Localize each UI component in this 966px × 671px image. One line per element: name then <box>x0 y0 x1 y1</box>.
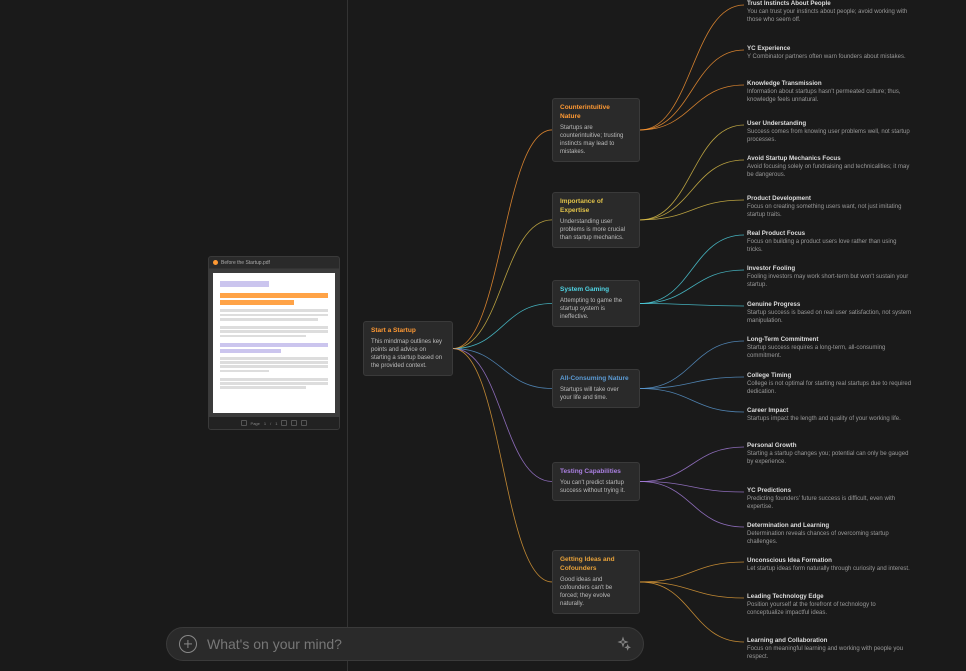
branch-title: System Gaming <box>560 286 632 295</box>
leaf-title: Real Product Focus <box>747 230 912 238</box>
pdf-page-current: 1 <box>264 421 266 426</box>
branch-desc: Startups will take over your life and ti… <box>560 386 632 402</box>
chat-input-bar[interactable]: What's on your mind? <box>166 627 644 661</box>
pdf-zoom-in-icon[interactable] <box>301 420 307 426</box>
leaf-title: Investor Fooling <box>747 265 912 273</box>
leaf-title: Determination and Learning <box>747 522 912 530</box>
pdf-next-icon[interactable] <box>281 420 287 426</box>
branch-title: Importance of Expertise <box>560 198 632 216</box>
mindmap-root-node[interactable]: Start a Startup This mindmap outlines ke… <box>363 321 453 376</box>
pdf-zoom-out-icon[interactable] <box>291 420 297 426</box>
chat-placeholder: What's on your mind? <box>207 636 605 652</box>
branch-desc: Understanding user problems is more cruc… <box>560 218 632 242</box>
leaf-node[interactable]: Learning and CollaborationFocus on meani… <box>747 637 912 662</box>
leaf-desc: Startup success is based on real user sa… <box>747 310 912 326</box>
leaf-node[interactable]: Product DevelopmentFocus on creating som… <box>747 195 912 220</box>
leaf-title: Product Development <box>747 195 912 203</box>
leaf-node[interactable]: Long-Term CommitmentStartup success requ… <box>747 336 912 361</box>
branch-desc: Startups are counterintuitive; trusting … <box>560 124 632 156</box>
leaf-desc: Let startup ideas form naturally through… <box>747 566 912 574</box>
leaf-desc: Focus on meaningful learning and working… <box>747 646 912 662</box>
branch-node[interactable]: System Gaming Attempting to game the star… <box>552 280 640 327</box>
leaf-desc: You can trust your instincts about peopl… <box>747 9 912 25</box>
leaf-node[interactable]: Determination and LearningDetermination … <box>747 522 912 547</box>
leaf-desc: Startups impact the length and quality o… <box>747 416 912 424</box>
branch-node[interactable]: Getting Ideas and Cofounders Good ideas a… <box>552 550 640 614</box>
leaf-title: Long-Term Commitment <box>747 336 912 344</box>
branch-node[interactable]: All-Consuming Nature Startups will take o… <box>552 369 640 408</box>
pdf-page <box>213 273 335 413</box>
branch-desc: You can't predict startup success withou… <box>560 479 632 495</box>
branch-title: Getting Ideas and Cofounders <box>560 556 632 574</box>
leaf-node[interactable]: Unconscious Idea FormationLet startup id… <box>747 557 912 574</box>
pdf-header: Before the Startup.pdf <box>209 257 339 269</box>
pdf-footer: Page 1 / 1 <box>209 417 339 429</box>
leaf-title: College Timing <box>747 372 912 380</box>
leaf-node[interactable]: Knowledge TransmissionInformation about … <box>747 80 912 105</box>
branch-title: Testing Capabilities <box>560 468 632 477</box>
plus-icon[interactable] <box>179 635 197 653</box>
leaf-node[interactable]: Leading Technology EdgePosition yourself… <box>747 593 912 618</box>
leaf-node[interactable]: Real Product FocusFocus on building a pr… <box>747 230 912 255</box>
pdf-filename: Before the Startup.pdf <box>221 260 270 266</box>
leaf-node[interactable]: Investor FoolingFooling investors may wo… <box>747 265 912 290</box>
leaf-node[interactable]: Genuine ProgressStartup success is based… <box>747 301 912 326</box>
leaf-title: Trust Instincts About People <box>747 0 912 8</box>
pdf-thumbnail[interactable]: Before the Startup.pdf ✕ Page 1 / <box>208 256 340 430</box>
leaf-title: YC Predictions <box>747 487 912 495</box>
leaf-title: Personal Growth <box>747 442 912 450</box>
leaf-desc: Fooling investors may work short-term bu… <box>747 274 912 290</box>
root-desc: This mindmap outlines key points and adv… <box>371 338 445 370</box>
leaf-desc: Avoid focusing solely on fundraising and… <box>747 164 912 180</box>
branch-desc: Good ideas and cofounders can't be force… <box>560 576 632 608</box>
branch-title: Counterintuitive Nature <box>560 104 632 122</box>
branch-node[interactable]: Counterintuitive Nature Startups are coun… <box>552 98 640 162</box>
leaf-node[interactable]: Trust Instincts About PeopleYou can trus… <box>747 0 912 25</box>
leaf-title: Learning and Collaboration <box>747 637 912 645</box>
leaf-desc: Starting a startup changes you; potentia… <box>747 451 912 467</box>
pdf-type-icon <box>213 260 218 265</box>
leaf-title: Career Impact <box>747 407 912 415</box>
pdf-body <box>209 269 339 417</box>
branch-node[interactable]: Importance of Expertise Understanding use… <box>552 192 640 248</box>
leaf-desc: Position yourself at the forefront of te… <box>747 602 912 618</box>
branch-title: All-Consuming Nature <box>560 375 632 384</box>
leaf-node[interactable]: YC PredictionsPredicting founders' futur… <box>747 487 912 512</box>
sparkle-icon[interactable] <box>615 636 631 652</box>
leaf-desc: Focus on building a product users love r… <box>747 239 912 255</box>
branch-node[interactable]: Testing Capabilities You can't predict st… <box>552 462 640 501</box>
leaf-node[interactable]: Personal GrowthStarting a startup change… <box>747 442 912 467</box>
leaf-desc: Startup success requires a long-term, al… <box>747 345 912 361</box>
leaf-node[interactable]: Avoid Startup Mechanics FocusAvoid focus… <box>747 155 912 180</box>
leaf-node[interactable]: Career ImpactStartups impact the length … <box>747 407 912 424</box>
pdf-page-total: 1 <box>275 421 277 426</box>
leaf-title: User Understanding <box>747 120 912 128</box>
leaf-desc: Information about startups hasn't permea… <box>747 89 912 105</box>
leaf-desc: Y Combinator partners often warn founder… <box>747 54 912 62</box>
leaf-title: YC Experience <box>747 45 912 53</box>
pdf-page-sep: / <box>270 421 271 426</box>
leaf-desc: Success comes from knowing user problems… <box>747 129 912 145</box>
leaf-title: Avoid Startup Mechanics Focus <box>747 155 912 163</box>
leaf-title: Knowledge Transmission <box>747 80 912 88</box>
pdf-page-label: Page <box>251 421 260 426</box>
vertical-divider <box>347 0 348 671</box>
leaf-desc: Predicting founders' future success is d… <box>747 496 912 512</box>
leaf-title: Genuine Progress <box>747 301 912 309</box>
root-title: Start a Startup <box>371 327 445 336</box>
leaf-title: Leading Technology Edge <box>747 593 912 601</box>
pdf-prev-icon[interactable] <box>241 420 247 426</box>
leaf-title: Unconscious Idea Formation <box>747 557 912 565</box>
branch-desc: Attempting to game the startup system is… <box>560 297 632 321</box>
leaf-node[interactable]: YC ExperienceY Combinator partners often… <box>747 45 912 62</box>
leaf-desc: Determination reveals chances of overcom… <box>747 531 912 547</box>
leaf-node[interactable]: User UnderstandingSuccess comes from kno… <box>747 120 912 145</box>
leaf-node[interactable]: College TimingCollege is not optimal for… <box>747 372 912 397</box>
leaf-desc: Focus on creating something users want, … <box>747 204 912 220</box>
leaf-desc: College is not optimal for starting real… <box>747 381 912 397</box>
